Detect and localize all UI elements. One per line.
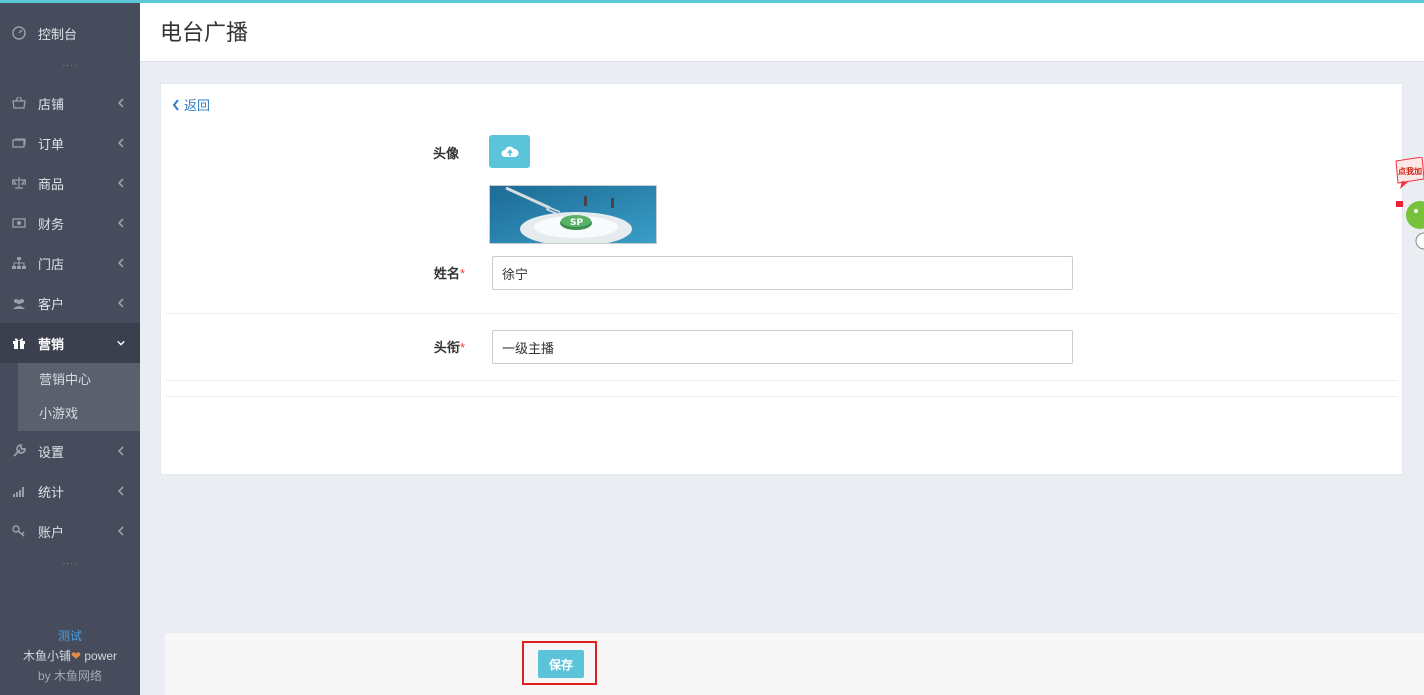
sidebar-item-shop[interactable]: 门店: [0, 243, 140, 283]
chevron-left-icon: [116, 218, 126, 228]
sidebar-item-label: 账户: [38, 524, 65, 540]
sidebar-item-label: 统计: [38, 484, 65, 500]
title-label: 头衔*: [425, 337, 465, 356]
sidebar-item-label: 门店: [38, 256, 65, 272]
money-icon: [11, 215, 27, 231]
chevron-left-icon: [116, 258, 126, 268]
sidebar-item-label: 客户: [38, 296, 65, 312]
sidebar-item-finance[interactable]: 财务: [0, 203, 140, 243]
top-accent-line: [0, 0, 1424, 3]
sidebar-divider-dots: ....: [62, 58, 78, 69]
chevron-left-icon: [116, 446, 126, 456]
key-icon: [11, 523, 27, 539]
required-mark: *: [459, 266, 465, 281]
sidebar-item-label: 店铺: [38, 96, 65, 112]
sidebar-item-dashboard[interactable]: 控制台: [0, 13, 140, 53]
sidebar-item-label: 设置: [38, 444, 65, 460]
chevron-left-icon: [116, 98, 126, 108]
marketing-submenu: 营销中心 小游戏: [18, 363, 140, 431]
back-label: 返回: [184, 98, 211, 113]
sidebar: 控制台 .... 店铺 订单 商品 财务 门店 客户 营销 营销中心 小游戏 设…: [0, 0, 140, 695]
chevron-left-icon: [116, 486, 126, 496]
submenu-item-marketing-center[interactable]: 营销中心: [18, 363, 140, 397]
sidebar-item-marketing[interactable]: 营销: [0, 323, 140, 363]
chevron-left-icon: [116, 298, 126, 308]
users-icon: [11, 295, 27, 311]
svg-text:SP: SP: [570, 218, 583, 228]
bottom-action-bar: 保存: [165, 632, 1424, 695]
chevron-left-icon: [116, 178, 126, 188]
sidebar-item-store[interactable]: 店铺: [0, 83, 140, 123]
dashboard-icon: [11, 25, 27, 41]
sidebar-item-customer[interactable]: 客户: [0, 283, 140, 323]
sidebar-item-label: 营销: [38, 336, 65, 352]
signal-icon: [11, 483, 27, 499]
sidebar-footer: 测试 木鱼小铺❤ power by 木鱼网络: [0, 626, 140, 686]
name-input[interactable]: [492, 256, 1073, 290]
chevron-left-icon: [172, 98, 179, 111]
scale-icon: [11, 175, 27, 191]
avatar-label: 头像: [432, 146, 459, 161]
chevron-down-icon: [116, 338, 126, 348]
form-divider: [165, 313, 1398, 314]
floating-widget-text: 点我加: [1398, 167, 1422, 176]
order-icon: [11, 135, 27, 151]
save-button-highlight: 保存: [522, 641, 597, 685]
sidebar-item-label: 财务: [38, 216, 65, 232]
sidebar-item-settings[interactable]: 设置: [0, 431, 140, 471]
cloud-upload-icon: [501, 146, 519, 157]
sidebar-item-order[interactable]: 订单: [0, 123, 140, 163]
sitemap-icon: [11, 255, 27, 271]
gift-icon: [11, 335, 27, 351]
page-title: 电台广播: [160, 20, 249, 45]
upload-avatar-button[interactable]: [489, 135, 530, 168]
sidebar-item-account[interactable]: 账户: [0, 511, 140, 551]
heart-icon: ❤: [70, 649, 82, 663]
chevron-left-icon: [116, 138, 126, 148]
chevron-left-icon: [116, 526, 126, 536]
title-label-text: 头衔: [433, 340, 460, 355]
title-input[interactable]: [492, 330, 1073, 364]
save-button[interactable]: 保存: [538, 650, 584, 678]
submenu-item-mini-games[interactable]: 小游戏: [18, 397, 140, 431]
name-label: 姓名*: [425, 263, 465, 282]
sidebar-item-goods[interactable]: 商品: [0, 163, 140, 203]
avatar-preview-image: SP: [489, 185, 657, 244]
brand-line: 木鱼小铺❤ power: [0, 646, 140, 666]
test-link[interactable]: 测试: [0, 626, 140, 646]
by-line: by 木鱼网络: [37, 669, 102, 683]
wrench-icon: [11, 443, 27, 459]
sidebar-item-stats[interactable]: 统计: [0, 471, 140, 511]
store-icon: [11, 95, 27, 111]
form-card: 返回 头像 SP 姓名* 徐宁 头衔* 一级主播: [160, 83, 1403, 475]
page-header: 电台广播: [140, 3, 1424, 62]
required-mark: *: [459, 340, 465, 355]
brand-power: power: [81, 649, 118, 663]
name-label-text: 姓名: [433, 266, 460, 281]
sidebar-divider-dots: ....: [62, 556, 78, 567]
sidebar-item-label: 商品: [38, 176, 65, 192]
sidebar-item-label: 控制台: [38, 26, 78, 42]
sidebar-item-label: 订单: [38, 136, 65, 152]
brand-name: 木鱼小铺: [22, 649, 71, 663]
back-link[interactable]: 返回: [172, 95, 210, 114]
floating-contact-widget[interactable]: 点我加: [1392, 156, 1424, 252]
form-divider: [165, 396, 1398, 397]
form-divider: [165, 380, 1398, 381]
